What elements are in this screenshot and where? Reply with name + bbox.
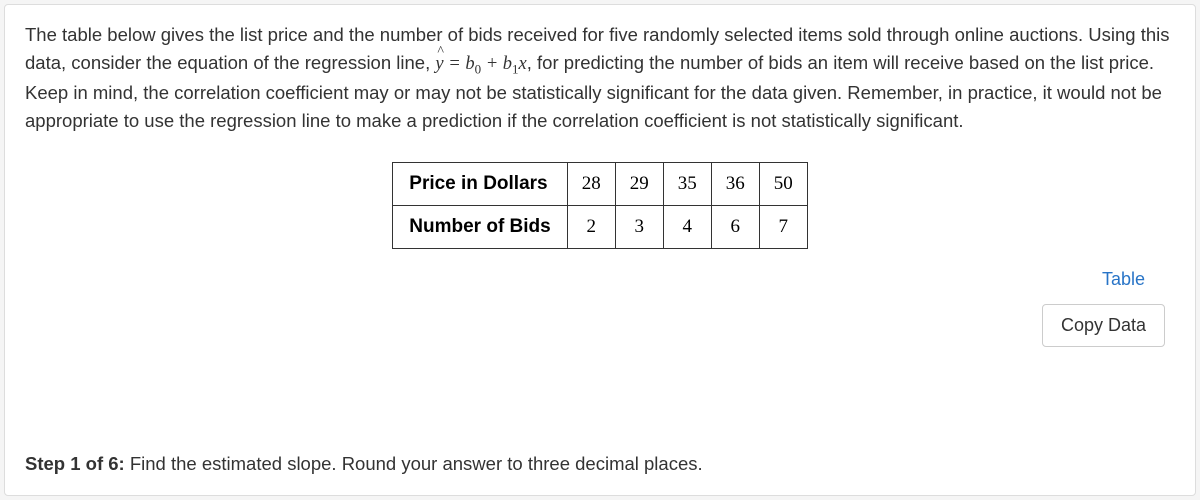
table-cell: 4 (663, 206, 711, 249)
table-cell: 7 (759, 206, 807, 249)
step-instruction-text: Find the estimated slope. Round your ans… (125, 453, 703, 474)
table-cell: 50 (759, 163, 807, 206)
actions-area: Table Copy Data (25, 269, 1175, 347)
step-label: Step 1 of 6: (25, 453, 125, 474)
problem-statement: The table below gives the list price and… (25, 21, 1175, 134)
table-cell: 36 (711, 163, 759, 206)
table-cell: 35 (663, 163, 711, 206)
table-cell: 2 (567, 206, 615, 249)
table-cell: 3 (615, 206, 663, 249)
regression-equation: y = b0 + b1x (435, 54, 526, 74)
table-cell: 29 (615, 163, 663, 206)
table-link[interactable]: Table (25, 269, 1145, 290)
table-cell: 28 (567, 163, 615, 206)
table-row: Price in Dollars 28 29 35 36 50 (393, 163, 807, 206)
data-table: Price in Dollars 28 29 35 36 50 Number o… (392, 162, 807, 249)
table-row: Number of Bids 2 3 4 6 7 (393, 206, 807, 249)
problem-container: The table below gives the list price and… (4, 4, 1196, 496)
step-instruction: Step 1 of 6: Find the estimated slope. R… (25, 453, 703, 475)
row-header-price: Price in Dollars (393, 163, 567, 206)
table-cell: 6 (711, 206, 759, 249)
copy-data-button[interactable]: Copy Data (1042, 304, 1165, 347)
row-header-bids: Number of Bids (393, 206, 567, 249)
